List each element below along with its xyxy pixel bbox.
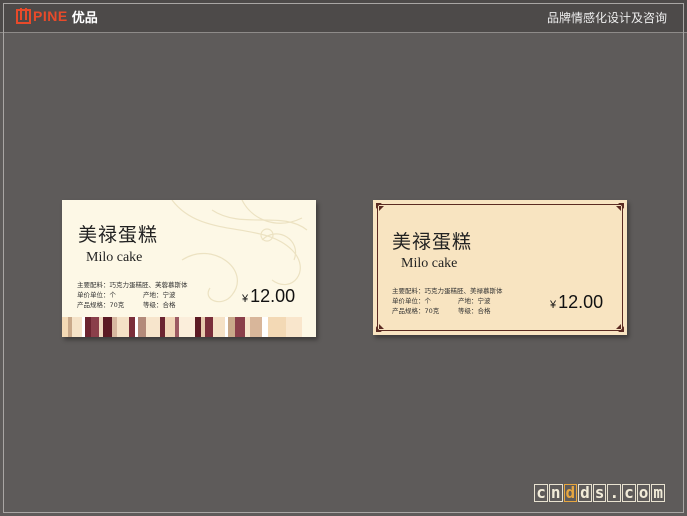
price-card-1: 美禄蛋糕 Milo cake 主要配料：巧克力蛋糕胚、芙蓉慕斯体 单价单位：个产… <box>62 200 316 337</box>
watermark-letter: n <box>548 483 563 502</box>
stripe <box>228 317 235 337</box>
watermark-letter: c <box>622 483 636 502</box>
watermark-letter: d <box>578 483 592 502</box>
currency-symbol: ¥ <box>242 293 249 305</box>
price-card-2: 美禄蛋糕 Milo cake 主要配料：巧克力蛋糕胚、美禄慕斯体 单价单位：个产… <box>373 200 627 335</box>
stripe <box>268 317 286 337</box>
info-row: 主要配料：巧克力蛋糕胚、美禄慕斯体 <box>392 286 503 296</box>
corner-ornament-icon <box>616 324 624 332</box>
card-info: 主要配料：巧克力蛋糕胚、芙蓉慕斯体 单价单位：个 产地：宁波 产品规格：70克 等级… <box>77 280 188 310</box>
info-grade: 等级：合格 <box>143 301 176 309</box>
stripe <box>235 317 245 337</box>
corner-ornament-icon <box>376 324 384 332</box>
stripe <box>146 317 160 337</box>
stripe <box>138 317 146 337</box>
info-spec: 产品规格：70克 <box>77 301 125 309</box>
watermark-letter: c <box>534 483 548 502</box>
stripe <box>250 317 262 337</box>
price-amount: 12.00 <box>558 292 604 312</box>
info-grade: 等级：合格 <box>458 307 491 315</box>
info-row: 单价单位：个 产地：宁波 <box>77 290 188 300</box>
info-unit: 单价单位：个 <box>77 291 116 299</box>
stripe-band <box>62 317 316 337</box>
currency-symbol: ¥ <box>550 299 557 311</box>
stripe <box>72 317 82 337</box>
stripe <box>286 317 302 337</box>
stripe <box>117 317 129 337</box>
corner-ornament-icon <box>376 203 384 211</box>
watermark-letter: d <box>563 483 578 502</box>
watermark-letter: s <box>592 483 607 502</box>
card-title-cn: 美禄蛋糕 <box>78 224 159 246</box>
card-title-en: Milo cake <box>401 256 458 271</box>
stripe <box>205 317 213 337</box>
price-tag: ¥12.00 <box>242 286 295 307</box>
watermark-letter: m <box>651 483 665 502</box>
info-spec: 产品规格：70克 <box>392 307 440 315</box>
info-ingredients: 主要配料：巧克力蛋糕胚、芙蓉慕斯体 <box>77 281 188 289</box>
stripe <box>165 317 175 337</box>
card-title-en: Milo cake <box>86 250 143 265</box>
price-amount: 12.00 <box>250 286 296 306</box>
stripe <box>91 317 99 337</box>
card-title-cn: 美禄蛋糕 <box>392 231 473 253</box>
info-origin: 产地：宁波 <box>143 291 176 299</box>
stripe <box>213 317 225 337</box>
site-watermark: c n d d s . c o m <box>534 484 665 502</box>
info-row: 产品规格：70克 等级：合格 <box>392 306 503 316</box>
info-row: 产品规格：70克 等级：合格 <box>77 300 188 310</box>
price-tag: ¥12.00 <box>550 292 603 313</box>
info-ingredients: 主要配料：巧克力蛋糕胚、美禄慕斯体 <box>392 287 503 295</box>
stripe <box>103 317 112 337</box>
watermark-letter: o <box>636 483 651 502</box>
card-info: 主要配料：巧克力蛋糕胚、美禄慕斯体 单价单位：个 产地：宁波 产品规格：70克 等级… <box>392 286 503 316</box>
info-origin: 产地：宁波 <box>458 297 491 305</box>
stripe <box>179 317 195 337</box>
corner-ornament-icon <box>616 203 624 211</box>
info-row: 单价单位：个 产地：宁波 <box>392 296 503 306</box>
info-row: 主要配料：巧克力蛋糕胚、芙蓉慕斯体 <box>77 280 188 290</box>
info-unit: 单价单位：个 <box>392 297 431 305</box>
watermark-letter: . <box>607 483 622 502</box>
